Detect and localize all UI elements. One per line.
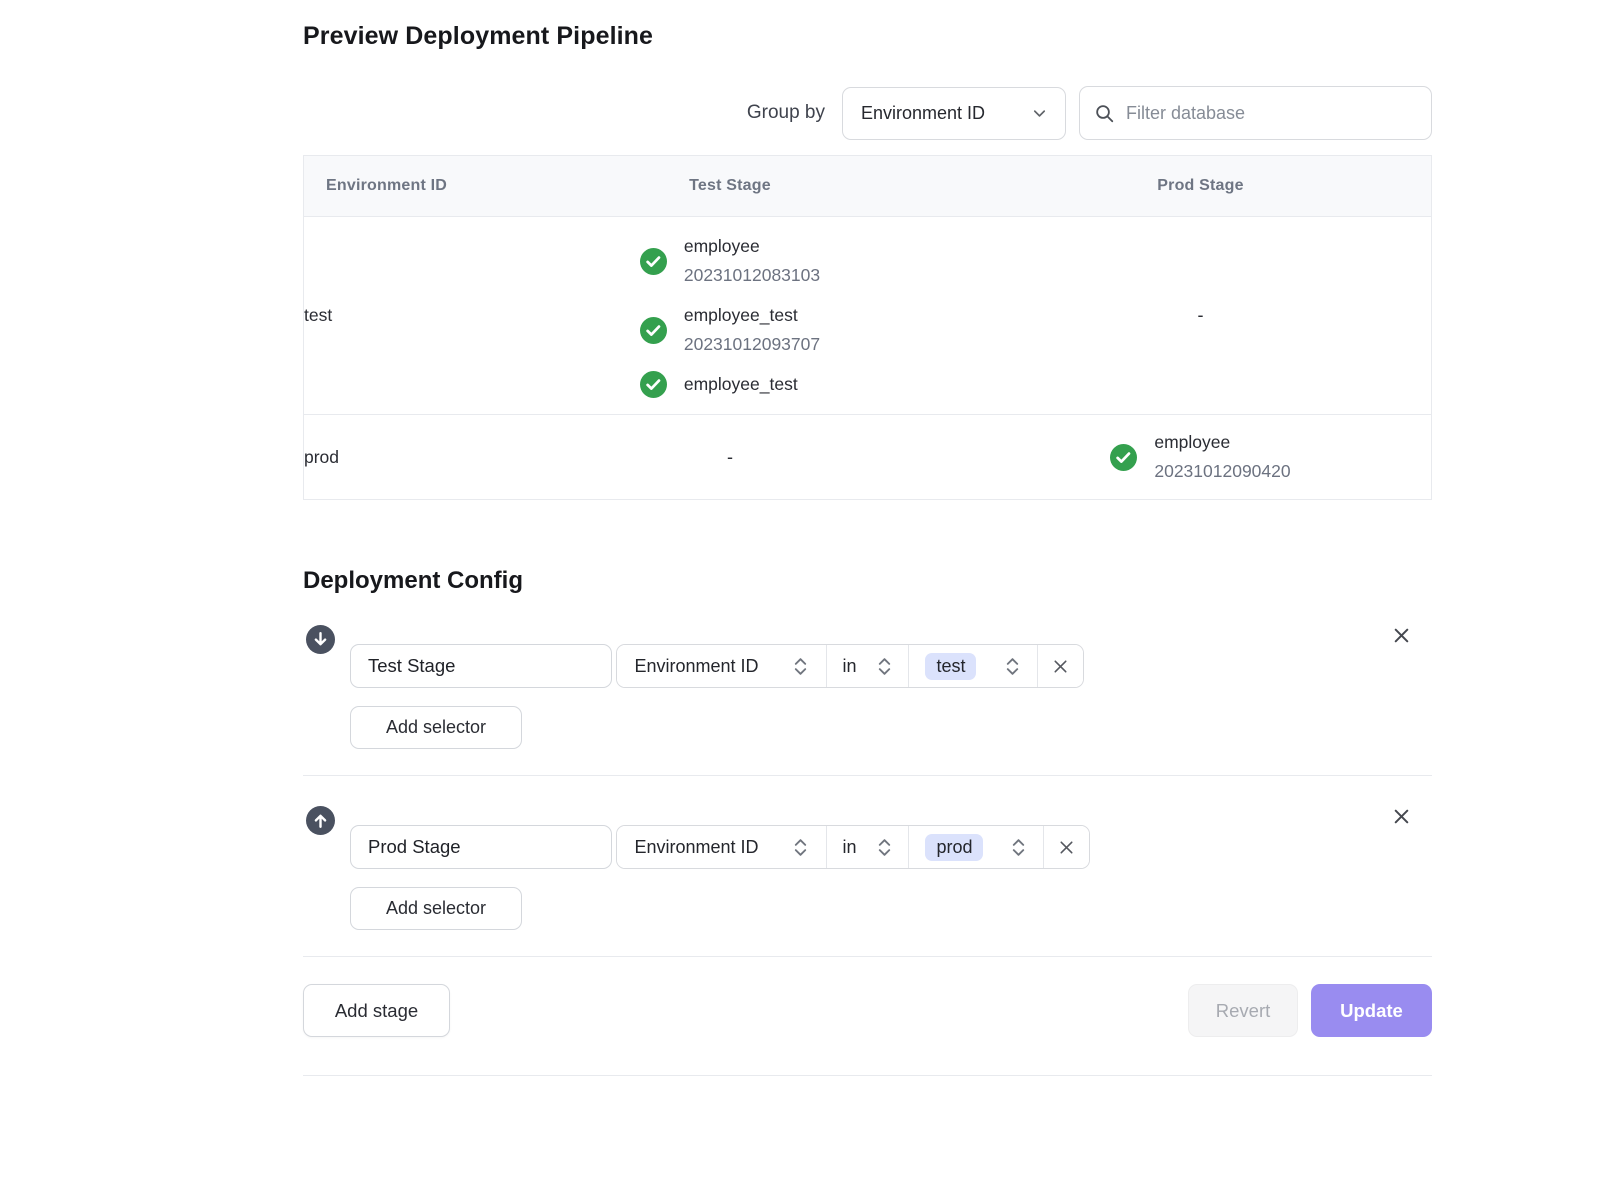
filter-database-search[interactable] <box>1079 86 1432 140</box>
database-name: employee_test <box>684 301 820 330</box>
stage-name-input[interactable] <box>350 825 612 869</box>
prod-stage-cell: - <box>970 217 1431 415</box>
database-name: employee <box>1154 428 1290 457</box>
selector-operator-value: in <box>842 837 856 858</box>
selector-key-select[interactable]: Environment ID <box>617 645 827 687</box>
table-row: test employee 20231012083103 employee_te… <box>304 217 1431 415</box>
success-check-icon <box>640 371 667 398</box>
empty-stage-placeholder: - <box>1198 305 1204 325</box>
close-icon <box>1391 625 1412 646</box>
remove-stage-button[interactable] <box>1389 804 1413 828</box>
group-by-value: Environment ID <box>861 103 985 124</box>
database-version: 20231012083103 <box>684 261 820 290</box>
pipeline-table: Environment ID Test Stage Prod Stage tes… <box>303 155 1432 500</box>
test-stage-cell: employee 20231012083103 employee_test 20… <box>490 217 970 415</box>
config-footer: Add stage Revert Update <box>303 956 1432 1037</box>
search-input[interactable] <box>1126 103 1417 124</box>
success-check-icon <box>640 317 667 344</box>
deployment-config-title: Deployment Config <box>303 567 1432 595</box>
revert-button[interactable]: Revert <box>1188 984 1298 1037</box>
database-name: employee_test <box>684 370 798 399</box>
close-icon <box>1391 806 1412 827</box>
selector-key-value: Environment ID <box>634 656 758 677</box>
updown-chevron-icon <box>876 656 893 677</box>
database-name: employee <box>684 232 820 261</box>
database-version: 20231012093707 <box>684 330 820 359</box>
toolbar: Group by Environment ID <box>303 86 1432 140</box>
bottom-divider <box>303 1075 1432 1076</box>
selector-value-select[interactable]: prod <box>909 826 1044 868</box>
remove-stage-button[interactable] <box>1389 623 1413 647</box>
column-header-environment-id: Environment ID <box>304 156 490 217</box>
column-header-test-stage: Test Stage <box>490 156 970 217</box>
page-title: Preview Deployment Pipeline <box>303 22 1432 51</box>
updown-chevron-icon <box>876 837 893 858</box>
environment-id-cell: prod <box>304 415 490 499</box>
updown-chevron-icon <box>792 837 809 858</box>
selector-operator-value: in <box>842 656 856 677</box>
group-by-label: Group by <box>747 102 825 124</box>
add-selector-button[interactable]: Add selector <box>350 706 522 749</box>
updown-chevron-icon <box>1004 656 1021 677</box>
update-button[interactable]: Update <box>1311 984 1432 1037</box>
selector-row: Environment ID in test <box>616 644 1084 688</box>
database-entry: employee_test 20231012093707 <box>640 301 820 359</box>
updown-chevron-icon <box>792 656 809 677</box>
chevron-down-icon <box>1030 104 1049 123</box>
add-stage-button[interactable]: Add stage <box>303 984 450 1037</box>
database-entry: employee_test <box>640 370 798 399</box>
selector-key-value: Environment ID <box>634 837 758 858</box>
prod-stage-cell: employee 20231012090420 <box>970 415 1431 499</box>
selector-value-select[interactable]: test <box>909 645 1038 687</box>
remove-selector-button[interactable] <box>1044 826 1089 868</box>
selector-value-pill: test <box>925 653 976 680</box>
selector-operator-select[interactable]: in <box>827 826 909 868</box>
success-check-icon <box>1110 444 1137 471</box>
empty-stage-placeholder: - <box>727 447 733 467</box>
add-selector-button[interactable]: Add selector <box>350 887 522 930</box>
stage-name-input[interactable] <box>350 644 612 688</box>
database-entry: employee 20231012083103 <box>640 232 820 290</box>
database-entry: employee 20231012090420 <box>1110 428 1290 486</box>
success-check-icon <box>640 248 667 275</box>
selector-row: Environment ID in prod <box>616 825 1090 869</box>
table-row: prod - employee 20231012090420 <box>304 415 1431 499</box>
environment-id-cell: test <box>304 217 490 415</box>
close-icon <box>1051 657 1070 676</box>
stage-test-config: Environment ID in test Add selector <box>303 595 1432 775</box>
database-version: 20231012090420 <box>1154 457 1290 486</box>
search-icon <box>1094 103 1115 124</box>
test-stage-cell: - <box>490 415 970 499</box>
deployment-pipeline-page: Preview Deployment Pipeline Group by Env… <box>303 0 1432 1076</box>
updown-chevron-icon <box>1010 837 1027 858</box>
close-icon <box>1057 838 1076 857</box>
selector-key-select[interactable]: Environment ID <box>617 826 827 868</box>
selector-operator-select[interactable]: in <box>827 645 909 687</box>
arrow-up-circle-icon <box>306 806 335 835</box>
selector-value-pill: prod <box>925 834 983 861</box>
arrow-down-circle-icon <box>306 625 335 654</box>
remove-selector-button[interactable] <box>1038 645 1083 687</box>
column-header-prod-stage: Prod Stage <box>970 156 1431 217</box>
group-by-select[interactable]: Environment ID <box>842 87 1066 140</box>
stage-prod-config: Environment ID in prod Add selector <box>303 775 1432 956</box>
